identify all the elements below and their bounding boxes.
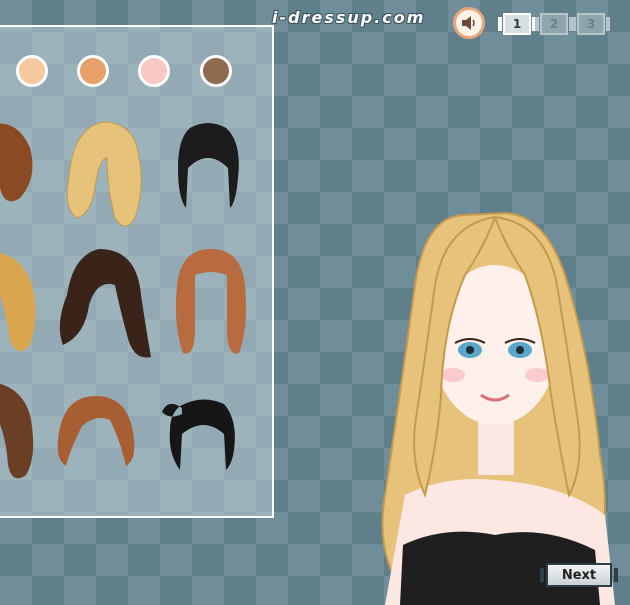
hair-option-long-wavy-blonde[interactable] xyxy=(55,118,151,234)
speaker-icon xyxy=(462,16,475,30)
page-3-button[interactable]: 3 xyxy=(572,13,610,35)
page-2-button[interactable]: 2 xyxy=(535,13,573,35)
skin-swatch-tan[interactable] xyxy=(77,55,109,87)
hair-option-ponytail-black[interactable] xyxy=(152,390,248,506)
skin-swatch-pink[interactable] xyxy=(138,55,170,87)
doll-model xyxy=(381,211,615,605)
hair-option-wavy-blonde[interactable] xyxy=(0,245,56,361)
sound-button[interactable] xyxy=(453,7,485,39)
hair-option-bob-auburn[interactable] xyxy=(50,390,146,506)
hair-option-long-dark-brown[interactable] xyxy=(55,245,151,361)
hair-option-long-brown[interactable] xyxy=(0,375,56,491)
hair-option-short-brown[interactable] xyxy=(0,118,56,234)
next-button[interactable]: Next xyxy=(540,563,618,587)
site-logo[interactable]: i-dressup.com xyxy=(272,8,425,27)
hair-option-bangs-auburn[interactable] xyxy=(165,245,261,361)
hair-option-updo-black[interactable] xyxy=(160,118,256,234)
skin-swatch-brown[interactable] xyxy=(200,55,232,87)
skin-swatch-light[interactable] xyxy=(16,55,48,87)
page-1-button[interactable]: 1 xyxy=(498,13,536,35)
